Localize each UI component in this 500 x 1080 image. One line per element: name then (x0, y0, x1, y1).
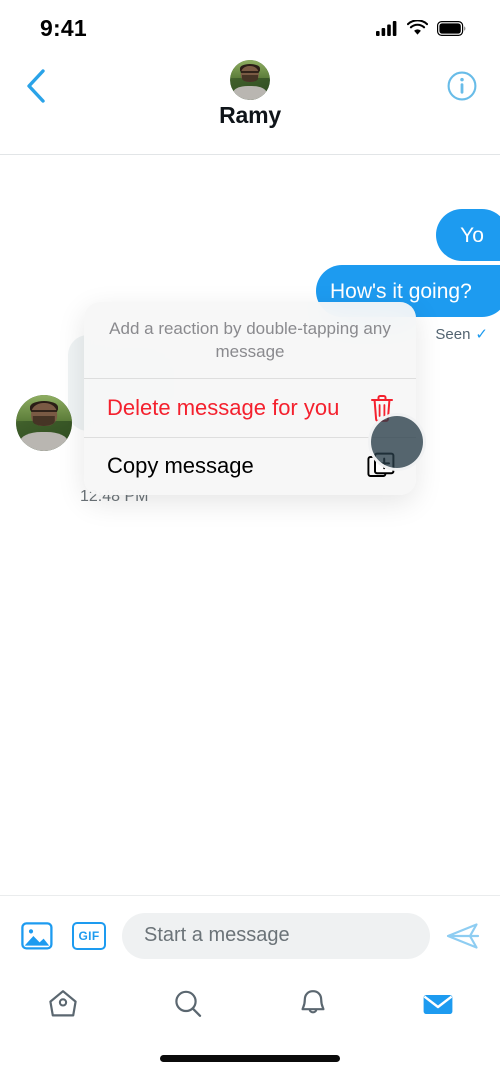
copy-message-button[interactable]: Copy message (84, 436, 416, 495)
send-button[interactable] (444, 917, 482, 955)
nav-header: Ramy (0, 56, 500, 155)
message-input[interactable]: Start a message (122, 912, 430, 959)
photo-button[interactable] (18, 917, 56, 955)
tab-search[interactable] (158, 978, 218, 1030)
status-time: 9:41 (40, 14, 87, 41)
search-icon (174, 990, 201, 1017)
seen-status: Seen ✓ (435, 325, 488, 344)
wifi-icon (407, 20, 428, 35)
touch-press-indicator (368, 413, 426, 471)
conversation-thread[interactable]: Yo How's it going? Seen ✓ 12:48 PM Add a… (0, 155, 500, 895)
message-bubble-outgoing[interactable]: Yo (436, 209, 500, 261)
avatar-image (230, 60, 270, 100)
seen-check-icon: ✓ (475, 326, 488, 343)
context-menu-header: Add a reaction by double-tapping any mes… (84, 302, 416, 379)
tab-notifications[interactable] (283, 978, 343, 1030)
photo-icon (21, 921, 53, 950)
gif-icon: GIF (72, 921, 106, 950)
message-input-placeholder: Start a message (144, 924, 290, 946)
copy-message-label: Copy message (107, 453, 254, 479)
avatar-image (16, 395, 72, 451)
tab-home[interactable] (33, 978, 93, 1030)
delete-message-button[interactable]: Delete message for you (84, 379, 416, 437)
gif-button[interactable]: GIF (70, 917, 108, 955)
envelope-icon (423, 994, 452, 1014)
message-avatar[interactable] (16, 395, 72, 451)
status-icons (376, 20, 466, 36)
nav-center-group[interactable]: Ramy (0, 60, 500, 129)
context-menu[interactable]: Add a reaction by double-tapping any mes… (84, 302, 416, 495)
bell-icon (301, 989, 324, 1013)
send-arrow-icon (446, 922, 480, 949)
tab-bar (0, 975, 500, 1032)
status-bar: 9:41 (0, 0, 500, 56)
cellular-signal-icon (376, 21, 397, 36)
info-circle-icon (447, 71, 477, 101)
message-composer: GIF Start a message (0, 895, 500, 975)
info-button[interactable] (440, 64, 484, 108)
avatar[interactable] (230, 60, 270, 100)
home-indicator (160, 1055, 340, 1062)
delete-message-label: Delete message for you (107, 394, 340, 420)
page-title: Ramy (219, 102, 281, 128)
tab-messages[interactable] (408, 978, 468, 1030)
battery-full-icon (437, 20, 466, 36)
home-icon (48, 989, 77, 1016)
gif-label: GIF (78, 928, 100, 943)
seen-label: Seen (435, 325, 471, 343)
